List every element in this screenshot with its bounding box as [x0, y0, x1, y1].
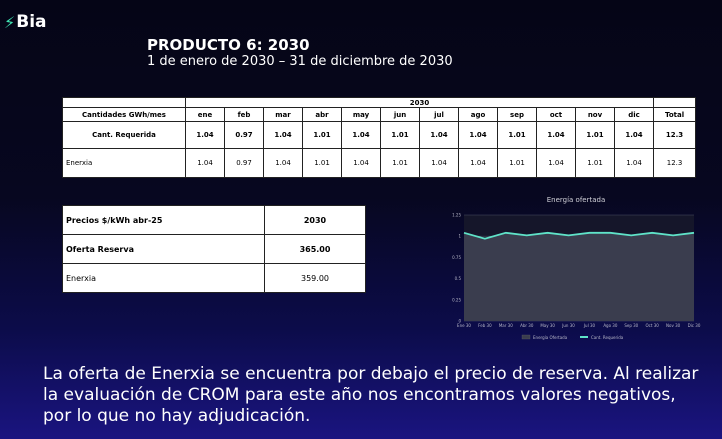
x-tick-label: Mar 30: [499, 323, 513, 328]
row-label: Cant. Requerida: [62, 121, 186, 149]
energy-chart: Energía ofertada 0 0.25 0.5 0.75 1 1.25 Ene 30…: [444, 196, 708, 346]
month-header-may: may: [341, 107, 381, 122]
month-header-dic: dic: [613, 107, 655, 122]
year-spacer: [62, 97, 186, 108]
x-tick-label: Nov 30: [666, 323, 681, 328]
x-tick-label: Dic 30: [688, 323, 701, 328]
month-header-feb: feb: [224, 107, 264, 122]
y-tick-label: 0.5: [455, 276, 462, 281]
x-tick-label: Feb 30: [478, 323, 492, 328]
prices-row-value: 365.00: [264, 234, 366, 264]
month-value: 1.04: [263, 121, 303, 149]
row-label: Enerxia: [62, 148, 186, 178]
x-tick-label: Jun 30: [561, 323, 575, 328]
month-header-sep: sep: [497, 107, 537, 122]
month-header-oct: oct: [536, 107, 576, 122]
month-value: 1.04: [613, 148, 655, 178]
quantities-table: 2030 Cantidades GWh/mes ene feb mar abr may jun…: [62, 97, 697, 178]
x-tick-label: Abr 30: [520, 323, 534, 328]
x-tick-label: Ago 30: [603, 323, 618, 328]
month-value: 1.04: [419, 121, 459, 149]
month-value: 1.01: [575, 121, 615, 149]
month-header-nov: nov: [575, 107, 615, 122]
month-header-ene: ene: [185, 107, 225, 122]
month-value: 1.04: [185, 148, 225, 178]
month-header-row: Cantidades GWh/mes ene feb mar abr may jun jul a…: [62, 107, 697, 122]
month-value: 1.04: [419, 148, 459, 178]
year-row: 2030: [62, 97, 697, 108]
month-header-abr: abr: [302, 107, 342, 122]
chart-title: Energía ofertada: [546, 196, 606, 204]
month-header-ago: ago: [458, 107, 498, 122]
month-header-jun: jun: [380, 107, 420, 122]
month-value: 1.04: [341, 121, 381, 149]
brand-logo: ⚡ Bia: [4, 12, 47, 32]
prices-header-label: Precios $/kWh abr-25: [62, 205, 265, 235]
y-tick-label: 0.75: [452, 255, 461, 260]
year-header: 2030: [184, 97, 655, 108]
x-tick-label: May 30: [540, 323, 555, 328]
month-value: 1.01: [497, 148, 537, 178]
series-area-energia-ofertada: [464, 232, 694, 321]
month-value: 1.01: [302, 148, 342, 178]
brand-name: Bia: [16, 12, 47, 32]
page-title: PRODUCTO 6: 2030: [147, 36, 310, 54]
month-header-mar: mar: [263, 107, 303, 122]
row-total: 12.3: [653, 148, 697, 178]
month-value: 1.01: [497, 121, 537, 149]
y-tick-label: 1.25: [452, 213, 461, 218]
quantities-label-header: Cantidades GWh/mes: [62, 107, 186, 122]
legend-label: Energía Ofertada: [533, 335, 568, 340]
bolt-icon: ⚡: [4, 12, 16, 32]
legend-swatch-energia-ofertada: [521, 334, 531, 340]
prices-row-enerxia: Enerxia 359.00: [62, 263, 366, 293]
prices-table: Precios $/kWh abr-25 2030 Oferta Reserva…: [62, 205, 366, 293]
row-total: 12.3: [653, 121, 697, 149]
month-value: 1.04: [341, 148, 381, 178]
month-header-jul: jul: [419, 107, 459, 122]
prices-header-year: 2030: [264, 205, 366, 235]
month-value: 1.04: [536, 121, 576, 149]
conclusion-text: La oferta de Enerxia se encuentra por de…: [43, 364, 699, 426]
prices-row-label: Enerxia: [62, 263, 265, 293]
y-tick-label: 1: [458, 234, 461, 239]
month-value: 1.01: [380, 121, 420, 149]
month-value: 0.97: [224, 121, 264, 149]
month-value: 1.04: [536, 148, 576, 178]
chart-svg: 00.250.50.7511.25Ene 30 Feb 30 Mar 30 Abr 3…: [452, 213, 701, 341]
month-value: 0.97: [224, 148, 264, 178]
prices-row-reserva: Oferta Reserva 365.00: [62, 234, 366, 264]
page-subtitle: 1 de enero de 2030 – 31 de diciembre de …: [147, 54, 453, 69]
x-tick-label: Jul 30: [583, 323, 596, 328]
x-tick-label: Oct 30: [646, 323, 660, 328]
total-header: Total: [653, 107, 697, 122]
month-value: 1.04: [458, 148, 498, 178]
month-value: 1.01: [575, 148, 615, 178]
month-value: 1.01: [302, 121, 342, 149]
x-tick-label: Sep 30: [624, 323, 638, 328]
row-enerxia: Enerxia 1.04 0.97 1.04 1.01 1.04 1.01 1.04 1.04 1…: [62, 148, 697, 178]
x-tick-label: Ene 30: [457, 323, 471, 328]
month-value: 1.04: [613, 121, 655, 149]
prices-row-label: Oferta Reserva: [62, 234, 265, 264]
month-value: 1.04: [458, 121, 498, 149]
legend-swatch-cant-requerida: [580, 336, 588, 338]
legend-label: Cant. Requerida: [591, 335, 624, 340]
month-value: 1.01: [380, 148, 420, 178]
row-cant-requerida: Cant. Requerida 1.04 0.97 1.04 1.01 1.04 1.01 1…: [62, 121, 697, 149]
month-value: 1.04: [263, 148, 303, 178]
year-spacer: [653, 97, 697, 108]
prices-header-row: Precios $/kWh abr-25 2030: [62, 205, 366, 235]
y-tick-label: 0.25: [452, 297, 461, 302]
prices-row-value: 359.00: [264, 263, 366, 293]
month-value: 1.04: [185, 121, 225, 149]
